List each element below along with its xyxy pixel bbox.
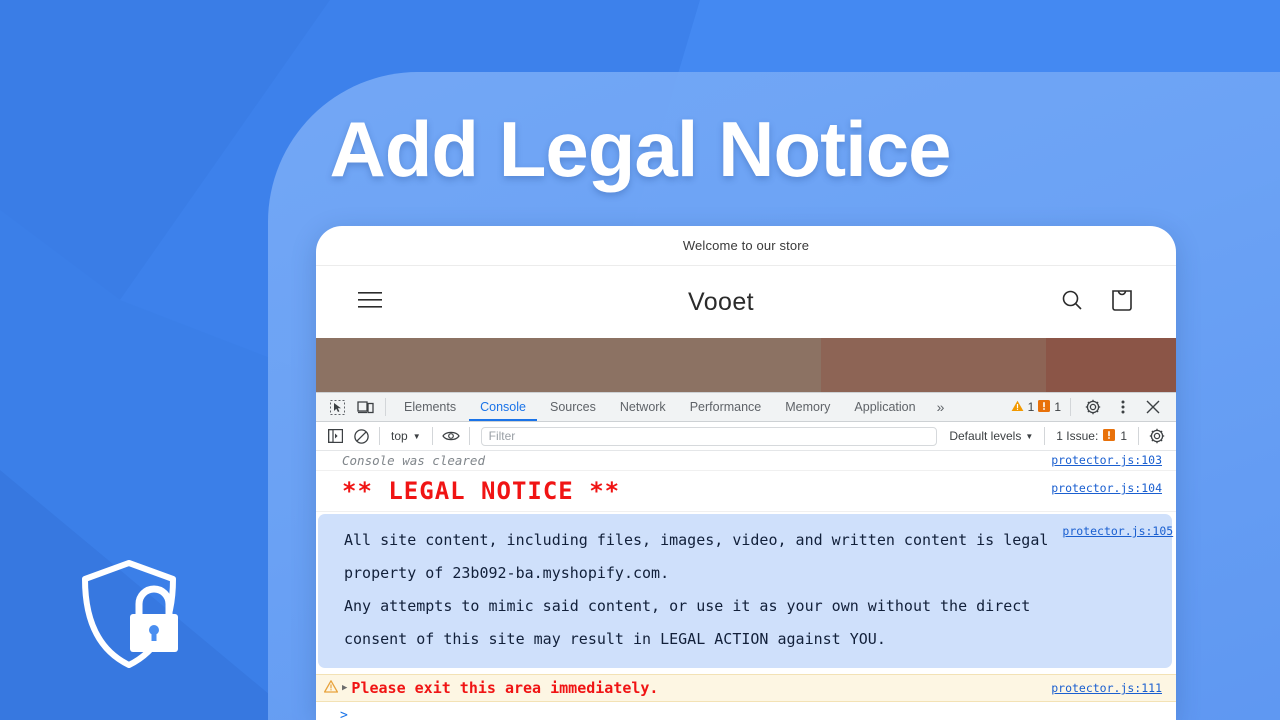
console-message-info[interactable]: All site content, including files, image… [318,514,1173,668]
chevron-down-icon-2: ▼ [1025,431,1034,441]
warning-count: 1 [1027,400,1035,414]
log-levels-selector[interactable]: Default levels ▼ [943,429,1039,443]
store-hero-banner [316,338,1176,392]
warning-count-badge[interactable]: 1 [1011,400,1035,415]
console-toolbar-divider-4 [1044,427,1046,445]
console-sidebar-icon[interactable] [322,424,348,448]
chevron-down-icon: ▼ [412,431,421,441]
issues-label: 1 Issue: [1056,429,1099,443]
console-message-text: Console was cleared [342,453,485,468]
more-tabs-icon[interactable]: » [929,399,952,415]
console-toolbar-divider-3 [468,427,470,445]
devtools-tabbar: Elements Console Sources Network Perform… [316,392,1176,422]
inspect-element-icon[interactable] [324,395,350,419]
devtools-panel: Elements Console Sources Network Perform… [316,392,1176,720]
shield-lock-icon [82,560,178,668]
log-levels-label: Default levels [949,429,1022,443]
toolbar-divider [385,398,386,416]
warning-triangle-icon [1011,400,1024,415]
store-header: Vooet [316,266,1176,338]
search-icon[interactable] [1060,288,1084,317]
issue-count-badge[interactable]: 1 [1038,399,1061,415]
more-vertical-icon[interactable] [1110,395,1136,419]
execution-context-selector[interactable]: top ▼ [385,429,427,443]
console-filter-input[interactable]: Filter [480,426,938,446]
console-message-text: All site content, including files, image… [344,531,1049,648]
warning-triangle-icon [323,680,339,696]
source-link[interactable]: protector.js:104 [1037,481,1162,495]
page-title: Add Legal Notice [329,105,951,193]
console-message-text: ** LEGAL NOTICE ** [342,477,621,505]
issues-count: 1 [1120,429,1127,443]
live-expression-icon[interactable] [438,424,464,448]
gear-icon[interactable] [1080,395,1106,419]
console-message-text: Please exit this area immediately. [351,679,659,697]
tab-sources[interactable]: Sources [539,393,607,421]
device-toolbar-icon[interactable] [352,395,378,419]
console-toolbar-divider-5 [1138,427,1139,445]
announcement-text: Welcome to our store [682,238,810,253]
tab-memory[interactable]: Memory [774,393,841,421]
tab-console[interactable]: Console [469,393,537,421]
toolbar-divider-2 [1070,398,1071,416]
shopping-bag-icon[interactable] [1110,287,1134,318]
close-icon[interactable] [1140,395,1166,419]
source-link[interactable]: protector.js:103 [1037,453,1162,467]
issue-count: 1 [1054,400,1061,414]
browser-card: Welcome to our store Vooet Elements Cons… [316,226,1176,720]
clear-console-icon[interactable] [348,424,374,448]
tab-elements[interactable]: Elements [393,393,467,421]
source-link[interactable]: protector.js:105 [1048,524,1173,538]
console-toolbar-divider [379,427,380,445]
console-prompt[interactable]: > [316,702,1176,720]
issue-square-icon-2 [1103,428,1116,444]
source-link[interactable]: protector.js:111 [1037,681,1162,695]
tab-application[interactable]: Application [843,393,926,421]
store-brand-name[interactable]: Vooet [382,288,1060,317]
issue-square-icon [1038,399,1051,415]
console-toolbar: top ▼ Filter Default levels ▼ 1 Issue: 1 [316,422,1176,451]
execution-context-label: top [391,429,408,443]
disclosure-triangle-icon[interactable]: ▶ [342,683,347,693]
tab-performance[interactable]: Performance [679,393,773,421]
console-message-warning[interactable]: ▶ Please exit this area immediately. pro… [316,674,1176,702]
console-settings-gear-icon[interactable] [1144,424,1170,448]
issues-summary[interactable]: 1 Issue: 1 [1050,428,1133,444]
console-toolbar-divider-2 [431,427,433,445]
tab-network[interactable]: Network [609,393,677,421]
console-message-legal[interactable]: ** LEGAL NOTICE ** protector.js:104 [316,471,1176,512]
store-announcement-bar: Welcome to our store [316,226,1176,266]
hamburger-menu-icon[interactable] [358,291,382,314]
console-message-cleared[interactable]: Console was cleared protector.js:103 [316,451,1176,471]
